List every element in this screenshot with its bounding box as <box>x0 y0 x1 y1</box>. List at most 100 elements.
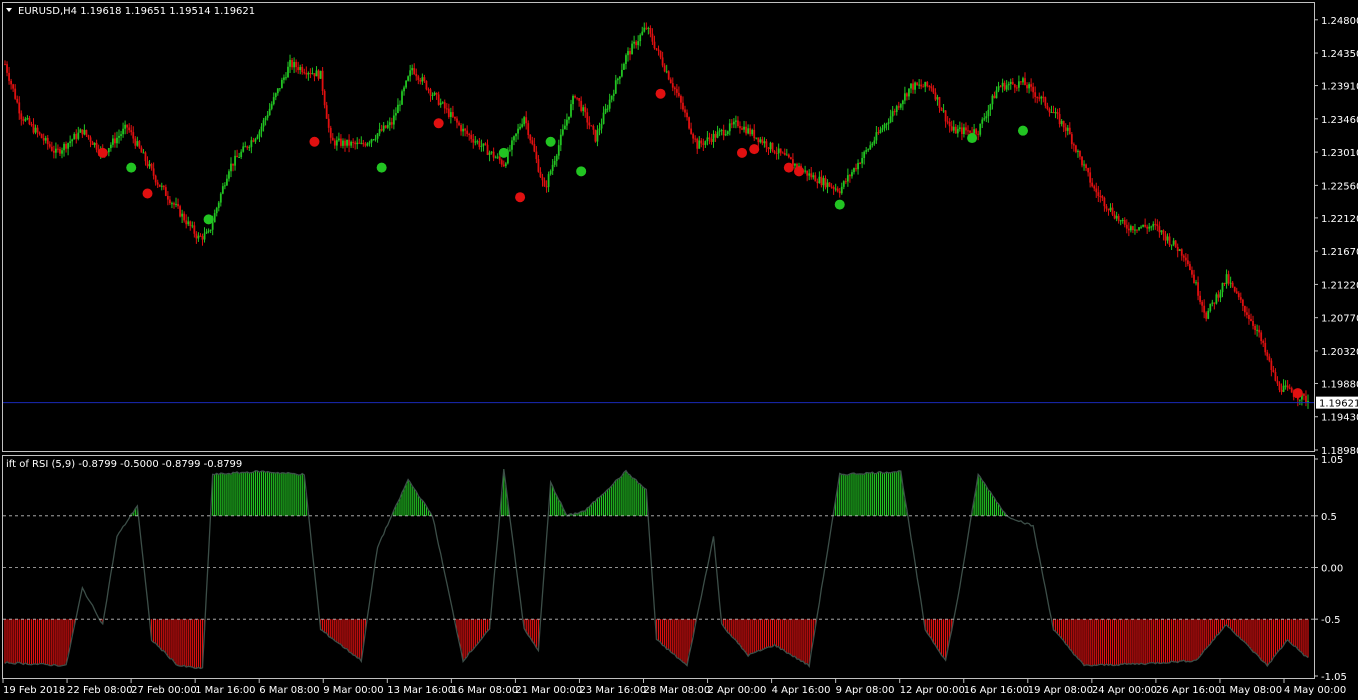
candle <box>1036 96 1039 104</box>
candle <box>629 47 631 61</box>
candle <box>686 109 688 121</box>
candle <box>861 151 864 169</box>
candle <box>967 125 969 136</box>
candle <box>57 144 59 153</box>
candle <box>496 153 499 159</box>
candle <box>1256 324 1259 337</box>
candle <box>1268 353 1271 363</box>
candle <box>515 133 517 143</box>
candle <box>169 196 171 206</box>
candle <box>1125 219 1128 234</box>
candle <box>649 25 652 38</box>
candle <box>116 131 118 148</box>
collapse-triangle-icon[interactable] <box>6 8 12 12</box>
candle <box>855 163 857 172</box>
candle <box>808 169 811 181</box>
candle <box>342 138 344 149</box>
candle <box>109 142 112 152</box>
candle <box>1009 78 1012 90</box>
candle <box>1121 217 1124 224</box>
candle <box>478 137 481 150</box>
candle <box>769 141 772 153</box>
candle <box>403 85 405 96</box>
candle <box>1260 330 1263 345</box>
candle <box>651 28 654 45</box>
candle <box>592 124 595 135</box>
candle <box>171 201 173 209</box>
candle <box>4 60 6 66</box>
candle <box>602 106 605 125</box>
candle <box>32 118 35 135</box>
candle <box>348 134 350 153</box>
candlestick-series <box>3 22 1314 409</box>
candle <box>932 85 935 94</box>
candle <box>557 139 560 160</box>
candle <box>606 104 609 113</box>
candle <box>1227 270 1230 286</box>
candle <box>309 68 312 79</box>
sell-signal-dot <box>142 188 153 199</box>
candle <box>264 115 267 126</box>
candle <box>173 201 175 209</box>
candle <box>114 132 116 148</box>
candle <box>818 171 821 184</box>
candle <box>792 153 794 166</box>
candle <box>1109 203 1112 212</box>
oscillator-levels <box>3 515 1314 620</box>
candle <box>337 132 340 142</box>
candle <box>643 22 646 33</box>
candle <box>759 136 762 144</box>
candle <box>1038 92 1041 102</box>
candle <box>458 120 460 127</box>
candle <box>482 143 485 152</box>
candle <box>476 139 479 145</box>
candle <box>541 173 544 187</box>
candle <box>950 120 953 132</box>
candle <box>1077 149 1079 158</box>
candle <box>708 132 711 145</box>
candle <box>877 127 880 135</box>
candle <box>164 184 167 197</box>
candle <box>132 126 135 144</box>
candle <box>401 89 403 106</box>
candle <box>258 129 261 142</box>
candle <box>1254 323 1256 335</box>
candle <box>657 45 660 56</box>
candle <box>1243 305 1246 317</box>
trading-chart[interactable]: 1.24800 1.24350 1.23910 1.23460 1.23010 1.225… <box>0 0 1358 700</box>
candle <box>924 81 927 93</box>
candle <box>667 70 670 81</box>
candle <box>580 96 583 113</box>
candle <box>1248 308 1250 325</box>
candle <box>1270 358 1273 377</box>
candle <box>741 126 743 131</box>
candle <box>321 67 324 96</box>
candle <box>502 160 505 168</box>
candle <box>753 124 756 142</box>
candle <box>724 129 727 137</box>
buy-signal-dot <box>203 214 214 225</box>
candle <box>181 209 184 223</box>
candle <box>614 74 617 95</box>
candle <box>820 170 823 188</box>
osc-axis-label: 0.00 <box>1321 564 1343 575</box>
candle <box>395 107 397 121</box>
candle <box>555 153 558 167</box>
candle <box>1246 306 1248 319</box>
candle <box>1070 132 1073 149</box>
candle <box>323 89 326 109</box>
candle <box>698 136 701 149</box>
candle <box>221 182 224 195</box>
candle <box>1024 72 1026 86</box>
candle <box>1060 118 1063 127</box>
candle <box>189 220 192 231</box>
candle <box>252 137 255 143</box>
candle <box>1075 144 1077 154</box>
time-label: 1 Mar 16:00 <box>195 685 255 696</box>
candle <box>364 141 367 148</box>
candle <box>130 124 133 136</box>
candle <box>1207 308 1210 320</box>
candle <box>1003 80 1006 91</box>
candle <box>783 148 786 156</box>
candle <box>1288 384 1291 390</box>
